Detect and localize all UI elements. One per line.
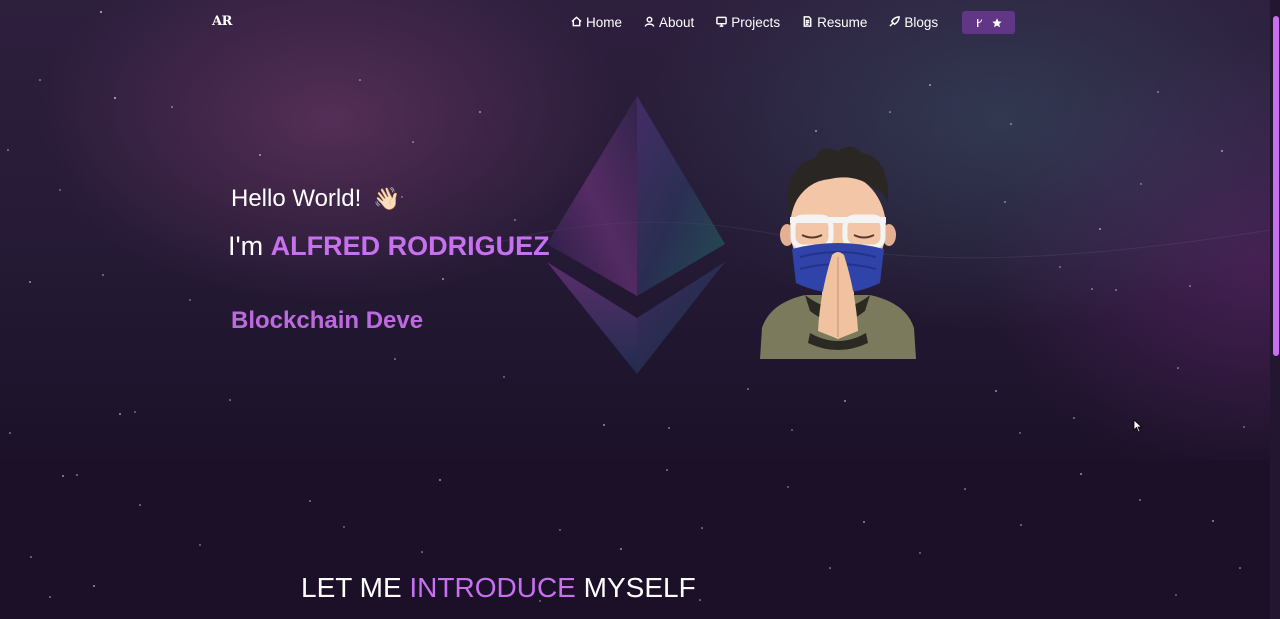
- intro-text-2: MYSELF: [575, 572, 696, 603]
- ethereum-logo: [547, 96, 725, 374]
- intro-heading: LET ME INTRODUCE MYSELF: [301, 572, 696, 604]
- home-icon: [571, 15, 582, 30]
- blog-icon: [889, 15, 901, 30]
- greeting-text: Hello World!: [231, 185, 362, 212]
- site-logo[interactable]: AR: [212, 14, 232, 29]
- nav-item-label: About: [659, 14, 695, 30]
- nav-item-blogs[interactable]: Blogs: [889, 15, 938, 30]
- nav-item-about[interactable]: About: [644, 15, 694, 30]
- intro-text-1: LET ME: [301, 572, 410, 603]
- typewriter-role: Blockchain Deve: [231, 307, 424, 334]
- git-fork-icon: [975, 13, 985, 32]
- scrollbar-thumb[interactable]: [1273, 16, 1279, 356]
- projects-icon: [716, 15, 728, 30]
- nav-item-resume[interactable]: Resume: [802, 15, 867, 30]
- hero-name: ALFRED RODRIGUEZ: [270, 231, 550, 261]
- memoji-avatar: [760, 146, 916, 359]
- star-icon: [992, 13, 1002, 32]
- hero-name-line: I'm ALFRED RODRIGUEZ: [228, 231, 550, 262]
- nav-item-home[interactable]: Home: [571, 15, 622, 30]
- user-icon: [644, 15, 655, 30]
- im-text: I'm: [228, 231, 271, 261]
- mouse-cursor-icon: [1133, 419, 1143, 433]
- github-star-button[interactable]: [962, 10, 1016, 34]
- hero-greeting: Hello World! 👋🏻: [231, 185, 401, 213]
- nav-item-label: Resume: [817, 14, 868, 30]
- nav-item-label: Projects: [731, 14, 781, 30]
- nav-item-label: Home: [586, 14, 623, 30]
- nav-links: Home About Projects Resume Blogs: [571, 10, 1016, 34]
- navbar: AR Home About Projects Resume Blogs: [0, 0, 1270, 44]
- nav-item-projects[interactable]: Projects: [716, 15, 780, 30]
- nav-item-label: Blogs: [904, 14, 939, 30]
- wave-hand-icon: 👋🏻: [373, 186, 401, 211]
- document-icon: [802, 15, 813, 30]
- intro-text-accent: INTRODUCE: [409, 572, 576, 603]
